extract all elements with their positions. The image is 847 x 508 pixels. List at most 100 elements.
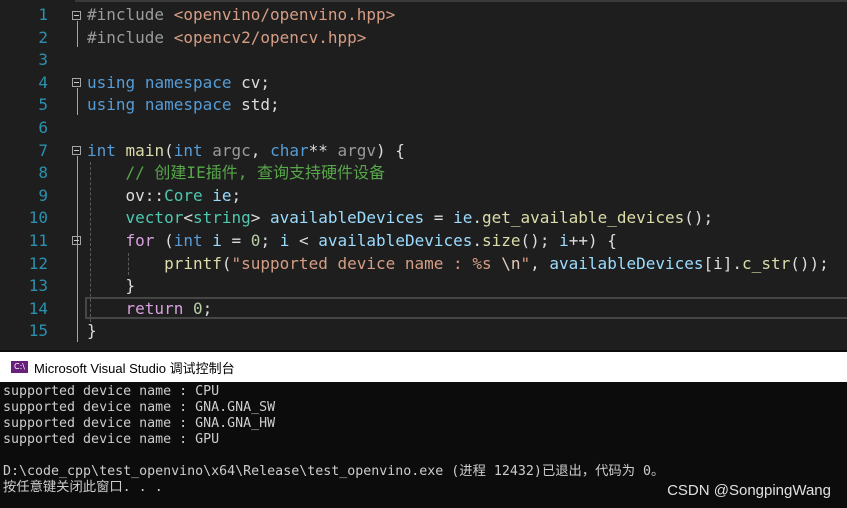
code-token: =: [424, 208, 454, 228]
code-token: Core: [164, 185, 203, 205]
console-line: 按任意键关闭此窗口. . .: [3, 480, 163, 495]
code-token: ov::: [87, 185, 165, 205]
line-number: 13: [28, 276, 48, 296]
visual-studio-console-icon: C:\: [11, 361, 28, 373]
code-token: ;: [260, 231, 280, 250]
debug-console-window[interactable]: C:\ Microsoft Visual Studio 调试控制台 suppor…: [0, 350, 847, 508]
code-token: [i].: [703, 253, 743, 273]
console-line: supported device name : GNA.GNA_HW: [3, 416, 276, 431]
watermark: CSDN @SongpingWang: [667, 482, 831, 499]
code-token: return: [125, 298, 184, 318]
code-line[interactable]: printf("supported device name : %s \n", …: [87, 253, 829, 276]
code-token: ();: [520, 231, 560, 250]
code-token: std;: [231, 95, 280, 115]
code-line[interactable]: #include <opencv2/opencv.hpp>: [87, 27, 366, 50]
code-token: ie: [212, 185, 232, 205]
editor-top-border: [75, 0, 847, 2]
code-line[interactable]: ov::Core ie;: [87, 185, 242, 208]
code-line[interactable]: int main(int argc, char** argv) {: [87, 140, 405, 163]
line-number: 6: [38, 118, 48, 137]
code-token: ie: [453, 208, 473, 228]
code-line[interactable]: }: [87, 275, 136, 298]
code-line[interactable]: vector<string> availableDevices = ie.get…: [87, 207, 714, 230]
line-number: 3: [38, 50, 48, 70]
code-token: 0: [250, 231, 261, 250]
code-token: using: [87, 95, 136, 115]
code-token: for: [125, 231, 155, 250]
line-number: 1: [38, 5, 48, 24]
code-token: }: [87, 276, 136, 296]
code-token: (: [154, 231, 174, 250]
code-line[interactable]: // 创建IE插件, 查询支持硬件设备: [87, 162, 385, 185]
fold-toggle-icon[interactable]: [72, 11, 81, 20]
code-token: <openvino/openvino.hpp>: [173, 5, 396, 24]
line-number: 11: [28, 231, 48, 250]
code-token: "supported device name : %s: [231, 253, 502, 273]
fold-toggle-icon[interactable]: [72, 146, 81, 155]
console-line: supported device name : GNA.GNA_SW: [3, 400, 276, 415]
code-token: c_str: [742, 253, 791, 273]
code-token: printf: [164, 253, 222, 273]
code-line[interactable]: return 0;: [87, 298, 213, 321]
code-token: }: [87, 321, 97, 341]
code-token: cv;: [231, 72, 271, 92]
code-token: (: [221, 253, 232, 273]
code-line[interactable]: #include <openvino/openvino.hpp>: [87, 4, 395, 27]
code-token: ();: [684, 208, 714, 228]
line-number: 5: [38, 95, 48, 115]
code-token: size: [482, 231, 521, 250]
indent-guide: [90, 162, 91, 322]
code-token: ) {: [376, 140, 405, 160]
line-number: 15: [28, 321, 48, 341]
console-line: supported device name : GPU: [3, 432, 220, 447]
code-token: int: [173, 231, 203, 250]
code-token: ());: [790, 253, 829, 273]
code-token: i: [279, 231, 290, 250]
code-token: =: [221, 231, 251, 250]
console-title: Microsoft Visual Studio 调试控制台: [34, 361, 235, 376]
console-title-bar[interactable]: C:\ Microsoft Visual Studio 调试控制台: [0, 352, 847, 382]
fold-toggle-icon[interactable]: [72, 78, 81, 87]
code-token: int: [87, 140, 116, 160]
fold-toggle-icon[interactable]: [72, 236, 81, 245]
line-number: 9: [38, 185, 48, 205]
code-token: \n: [501, 253, 521, 273]
code-token: argv: [337, 140, 377, 160]
console-output: supported device name : CPU supported dev…: [3, 384, 664, 496]
code-token: ++) {: [568, 231, 617, 250]
code-token: (: [164, 140, 174, 160]
code-token: ;: [202, 298, 213, 318]
line-number: 4: [38, 72, 48, 92]
code-token: availableDevices: [318, 231, 473, 250]
code-token: // 创建IE插件, 查询支持硬件设备: [125, 163, 385, 183]
indent-guide: [128, 253, 129, 275]
code-line[interactable]: }: [87, 320, 97, 343]
code-token: main: [125, 140, 165, 160]
code-token: <: [183, 208, 193, 228]
code-token: string: [192, 208, 251, 228]
code-token: using: [87, 72, 136, 92]
code-token: #include: [87, 5, 174, 24]
code-line[interactable]: using namespace cv;: [87, 72, 270, 95]
code-line[interactable]: using namespace std;: [87, 94, 280, 117]
code-token: .: [472, 208, 482, 228]
code-line[interactable]: for (int i = 0; i < availableDevices.siz…: [87, 230, 617, 253]
console-line: supported device name : CPU: [3, 384, 220, 399]
code-token: i: [212, 231, 222, 250]
line-number: 7: [38, 140, 48, 160]
code-token: ": [520, 253, 531, 273]
line-number: 14: [28, 298, 48, 318]
code-token: namespace: [144, 95, 232, 115]
code-editor[interactable]: 1 2 3 4 5 6 7 8 9 10 11 12 13 14 15 #include <openvino…: [0, 0, 847, 350]
